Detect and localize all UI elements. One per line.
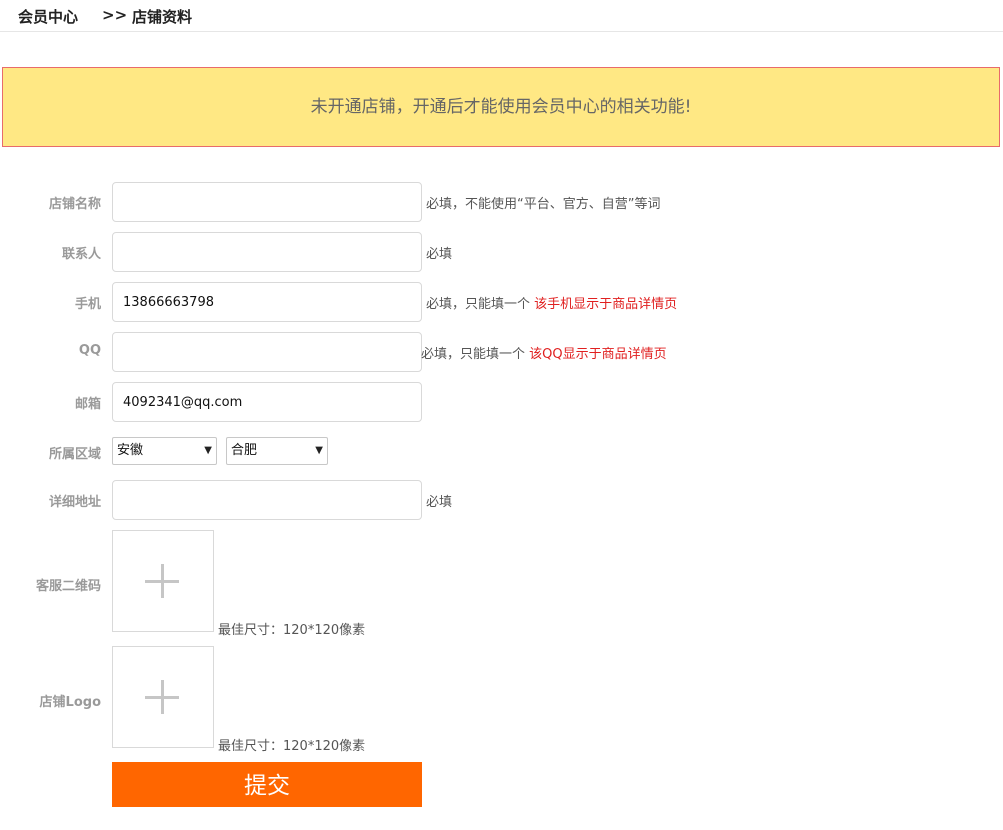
- province-value: 安徽: [117, 443, 144, 458]
- breadcrumb: 会员中心 >> 店铺资料: [0, 0, 1003, 32]
- qq-hint: 必填，只能填一个 该QQ显示于商品详情页: [421, 343, 667, 362]
- address-label: 详细地址: [48, 495, 101, 510]
- contact-input[interactable]: [112, 232, 422, 272]
- qrcode-label: 客服二维码: [35, 579, 101, 594]
- logo-label: 店铺Logo: [39, 695, 101, 710]
- shop-name-hint: 必填，不能使用“平台、官方、自营”等词: [426, 197, 661, 212]
- logo-hint: 最佳尺寸：120*120像素: [218, 739, 366, 754]
- phone-input[interactable]: [112, 282, 422, 322]
- qq-hint-red: 该QQ显示于商品详情页: [529, 347, 667, 362]
- breadcrumb-separator: >>: [102, 6, 128, 24]
- qrcode-hint: 最佳尺寸：120*120像素: [218, 623, 366, 638]
- chevron-down-icon: ▼: [204, 445, 212, 456]
- region-label: 所属区域: [48, 447, 101, 462]
- address-input[interactable]: [112, 480, 422, 520]
- qq-input[interactable]: [112, 332, 422, 372]
- email-label: 邮箱: [74, 397, 101, 412]
- shop-name-label: 店铺名称: [48, 197, 101, 212]
- qq-hint-text: 必填，只能填一个: [421, 347, 526, 362]
- shop-name-input[interactable]: [112, 182, 422, 222]
- chevron-down-icon: ▼: [315, 445, 323, 456]
- province-select[interactable]: 安徽 ▼: [112, 437, 217, 465]
- city-value: 合肥: [231, 443, 258, 458]
- contact-label: 联系人: [61, 247, 101, 262]
- phone-hint-red: 该手机显示于商品详情页: [534, 297, 678, 312]
- phone-label: 手机: [74, 297, 101, 312]
- address-hint: 必填: [426, 495, 453, 510]
- shop-not-opened-notice: 未开通店铺，开通后才能使用会员中心的相关功能!: [2, 67, 1000, 147]
- qq-label: QQ: [78, 343, 101, 358]
- qrcode-upload[interactable]: [112, 530, 214, 632]
- contact-hint: 必填: [426, 247, 453, 262]
- phone-hint-text: 必填，只能填一个: [426, 297, 531, 312]
- submit-button[interactable]: 提交: [112, 762, 422, 807]
- city-select[interactable]: 合肥 ▼: [226, 437, 328, 465]
- phone-hint: 必填，只能填一个 该手机显示于商品详情页: [426, 293, 677, 312]
- logo-upload[interactable]: [112, 646, 214, 748]
- breadcrumb-current: 店铺资料: [132, 8, 193, 26]
- breadcrumb-home[interactable]: 会员中心: [18, 6, 78, 27]
- email-input[interactable]: [112, 382, 422, 422]
